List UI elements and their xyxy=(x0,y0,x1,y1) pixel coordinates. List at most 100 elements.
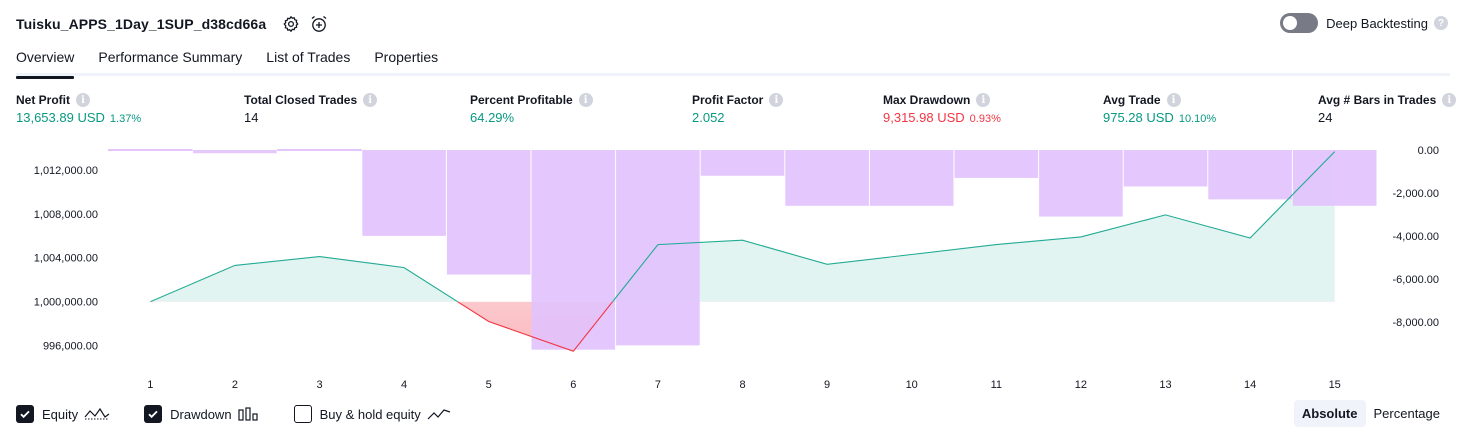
drawdown-bars-icon xyxy=(237,407,260,421)
metric-total-closed-trades: Total Closed Trades i 14 xyxy=(244,93,378,125)
x-axis-tick-label: 14 xyxy=(1244,379,1256,391)
left-axis: 1,012,000.00 1,008,000.00 1,004,000.00 1,00… xyxy=(34,165,98,353)
metric-profit-factor: Profit Factor i 2.052 xyxy=(692,93,784,125)
metric-label: Profit Factor xyxy=(692,93,764,107)
drawdown-bar xyxy=(362,150,446,236)
metric-label: Net Profit xyxy=(16,93,70,107)
metric-percent: 10.10% xyxy=(1178,113,1217,125)
tab-properties[interactable]: Properties xyxy=(374,46,438,76)
percentage-button[interactable]: Percentage xyxy=(1366,400,1449,427)
legend-drawdown[interactable]: Drawdown xyxy=(144,405,259,423)
value-mode-switch: Absolute Percentage xyxy=(1293,400,1449,427)
metric-avg-trade: Avg Trade i 975.28 USD 10.10% xyxy=(1103,93,1216,125)
right-axis: 0.00 -2,000.00 -4,000.00 -6,000.00 -8,000.00 xyxy=(1393,145,1439,329)
info-icon[interactable]: i xyxy=(976,93,991,107)
deep-backtesting-label: Deep Backtesting xyxy=(1326,15,1428,31)
x-axis-tick-label: 3 xyxy=(316,379,322,391)
metric-label: Max Drawdown xyxy=(883,93,971,107)
info-icon[interactable]: i xyxy=(578,93,593,107)
legend-equity[interactable]: Equity xyxy=(16,405,110,423)
drawdown-bar xyxy=(954,150,1039,178)
metric-label: Avg # Bars in Trades xyxy=(1318,93,1437,107)
metric-value: 14 xyxy=(244,110,259,125)
x-axis-tick-label: 8 xyxy=(739,379,745,391)
strategy-name: Tuisku_APPS_1Day_1SUP_d38cd66a xyxy=(16,16,267,32)
x-axis-tick-label: 1 xyxy=(147,379,153,391)
gear-icon[interactable] xyxy=(280,13,302,35)
drawdown-bar xyxy=(1039,150,1123,217)
drawdown-checkbox[interactable] xyxy=(144,405,163,423)
metric-value: 64.29% xyxy=(470,110,515,125)
left-axis-tick-label: 1,012,000.00 xyxy=(34,165,98,177)
drawdown-bar xyxy=(446,150,531,275)
chart-svg[interactable]: 1,012,000.00 1,008,000.00 1,004,000.00 1,00… xyxy=(0,140,1466,395)
equity-checkbox[interactable] xyxy=(16,405,34,423)
info-icon[interactable]: i xyxy=(76,93,90,107)
tab-list-of-trades[interactable]: List of Trades xyxy=(266,46,350,76)
x-axis-tick-label: 2 xyxy=(232,379,238,391)
x-axis-tick-label: 7 xyxy=(655,379,661,391)
chart-legend: Equity Drawdown Buy & hold equity xyxy=(16,403,485,425)
absolute-button[interactable]: Absolute xyxy=(1293,400,1366,427)
drawdown-bar xyxy=(1123,150,1208,187)
x-axis-tick-label: 13 xyxy=(1159,379,1171,391)
metric-value: 2.052 xyxy=(692,110,725,125)
tab-performance-summary[interactable]: Performance Summary xyxy=(98,46,242,76)
buy-hold-checkbox[interactable] xyxy=(293,405,312,423)
metric-max-drawdown: Max Drawdown i 9,315.98 USD 0.93% xyxy=(883,93,1001,125)
x-axis-tick-label: 4 xyxy=(401,379,407,391)
metric-label: Total Closed Trades xyxy=(244,93,358,107)
metric-label: Percent Profitable xyxy=(470,93,573,107)
metric-value: 13,653.89 USD xyxy=(16,110,105,125)
metric-net-profit: Net Profit i 13,653.89 USD 1.37% xyxy=(16,93,141,125)
drawdown-bar xyxy=(1292,150,1377,206)
info-icon[interactable]: i xyxy=(1166,93,1181,107)
metric-value: 975.28 USD xyxy=(1103,110,1174,125)
right-axis-tick-label: -8,000.00 xyxy=(1393,317,1439,329)
tab-overview[interactable]: Overview xyxy=(16,46,75,79)
left-axis-tick-label: 1,008,000.00 xyxy=(34,209,98,221)
right-axis-tick-label: -4,000.00 xyxy=(1393,231,1439,243)
alarm-clock-plus-icon[interactable] xyxy=(308,13,330,35)
metric-value: 24 xyxy=(1318,110,1333,125)
metric-avg-bars-in-trades: Avg # Bars in Trades i 24 xyxy=(1318,93,1457,125)
metric-percent-profitable: Percent Profitable i 64.29% xyxy=(470,93,593,125)
info-icon[interactable]: i xyxy=(769,93,784,107)
deep-backtesting-toggle[interactable] xyxy=(1280,13,1319,33)
strategy-header: Tuisku_APPS_1Day_1SUP_d38cd66a xyxy=(16,11,330,37)
question-icon[interactable]: ? xyxy=(1434,16,1448,30)
info-icon[interactable]: i xyxy=(363,93,378,107)
right-axis-tick-label: -2,000.00 xyxy=(1393,188,1439,200)
x-axis-tick-label: 15 xyxy=(1329,379,1341,391)
equity-line-icon xyxy=(84,407,110,421)
left-axis-tick-label: 996,000.00 xyxy=(43,341,98,353)
metric-percent: 1.37% xyxy=(109,113,142,125)
x-axis-tick-label: 10 xyxy=(906,379,918,391)
deep-backtesting-toggle-group: Deep Backtesting ? xyxy=(1280,13,1448,33)
drawdown-bar xyxy=(1208,150,1292,200)
equity-drawdown-chart[interactable]: 1,012,000.00 1,008,000.00 1,004,000.00 1,00… xyxy=(0,140,1466,395)
legend-label: Drawdown xyxy=(170,406,232,422)
left-axis-tick-label: 1,004,000.00 xyxy=(34,253,98,265)
drawdown-bar xyxy=(531,150,616,350)
report-tabs: Overview Performance Summary List of Tra… xyxy=(16,46,1450,79)
drawdown-bar xyxy=(869,150,954,206)
x-axis-tick-label: 11 xyxy=(991,379,1002,391)
x-axis-tick-label: 9 xyxy=(824,379,830,391)
legend-label: Equity xyxy=(42,406,79,422)
right-axis-tick-label: -6,000.00 xyxy=(1393,274,1439,286)
metric-value: 9,315.98 USD xyxy=(883,110,965,125)
legend-label: Buy & hold equity xyxy=(319,406,421,422)
legend-buy-hold[interactable]: Buy & hold equity xyxy=(293,405,451,423)
x-axis: 1 2 3 4 5 6 7 8 9 10 11 12 13 14 15 xyxy=(147,379,1341,391)
x-axis-tick-label: 12 xyxy=(1075,379,1087,391)
buy-hold-line-icon xyxy=(427,407,451,421)
metric-label: Avg Trade xyxy=(1103,93,1161,107)
info-icon[interactable]: i xyxy=(1442,93,1457,107)
metric-percent: 0.93% xyxy=(969,113,1001,125)
x-axis-tick-label: 5 xyxy=(486,379,492,391)
drawdown-bar xyxy=(785,150,869,206)
right-axis-tick-label: 0.00 xyxy=(1418,145,1439,157)
left-axis-tick-label: 1,000,000.00 xyxy=(34,297,98,309)
drawdown-bar xyxy=(193,150,277,154)
